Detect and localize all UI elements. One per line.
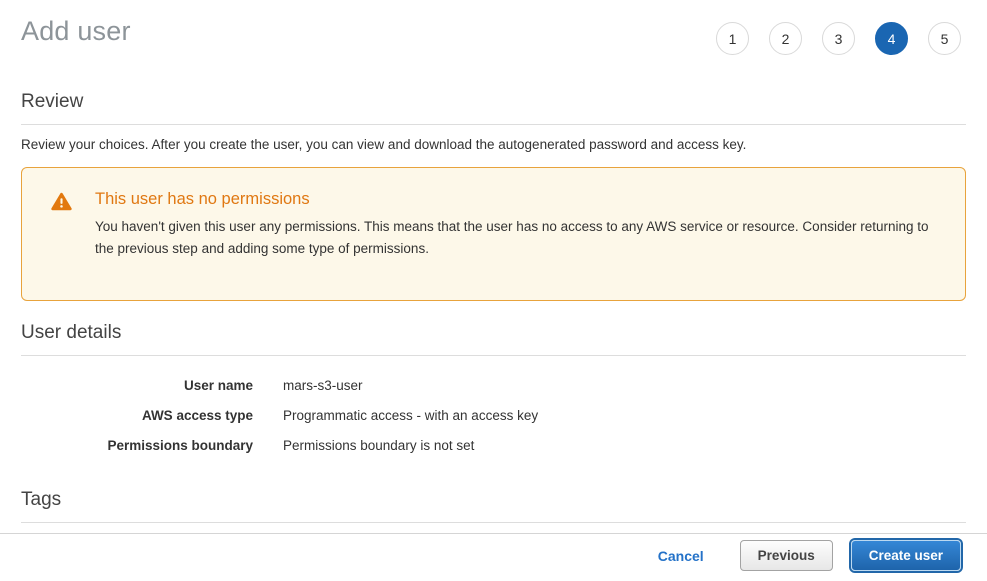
detail-row: Permissions boundary Permissions boundary… xyxy=(21,430,966,460)
detail-label: Permissions boundary xyxy=(21,438,253,453)
step-circle-5: 5 xyxy=(928,22,961,55)
create-user-button[interactable]: Create user xyxy=(851,540,961,571)
user-details-heading: User details xyxy=(21,322,966,356)
warning-body: You haven't given this user any permissi… xyxy=(95,216,941,260)
detail-label: User name xyxy=(21,378,253,393)
previous-button[interactable]: Previous xyxy=(740,540,833,571)
warning-text: This user has no permissions You haven't… xyxy=(95,190,941,260)
step-circle-1: 1 xyxy=(716,22,749,55)
detail-value: mars-s3-user xyxy=(283,378,363,393)
step-indicator: 12345 xyxy=(716,22,961,55)
warning-title: This user has no permissions xyxy=(95,190,941,209)
no-permissions-warning-banner: This user has no permissions You haven't… xyxy=(21,167,966,301)
review-description: Review your choices. After you create th… xyxy=(21,137,966,152)
wizard-header: Add user 12345 xyxy=(0,0,987,55)
detail-value: Permissions boundary is not set xyxy=(283,438,474,453)
detail-value: Programmatic access - with an access key xyxy=(283,408,538,423)
review-step-content: Review Review your choices. After you cr… xyxy=(0,91,987,551)
cancel-link[interactable]: Cancel xyxy=(658,548,704,564)
wizard-footer: Cancel Previous Create user xyxy=(0,533,987,581)
detail-label: AWS access type xyxy=(21,408,253,423)
step-circle-2: 2 xyxy=(769,22,802,55)
tags-heading: Tags xyxy=(21,489,966,523)
review-section-heading: Review xyxy=(21,91,966,125)
step-circle-4-active: 4 xyxy=(875,22,908,55)
page-title: Add user xyxy=(21,16,131,47)
user-details-table: User name mars-s3-user AWS access type Prog… xyxy=(21,370,966,460)
detail-row: AWS access type Programmatic access - wit… xyxy=(21,400,966,430)
step-circle-3: 3 xyxy=(822,22,855,55)
warning-triangle-icon xyxy=(51,192,72,216)
detail-row: User name mars-s3-user xyxy=(21,370,966,400)
